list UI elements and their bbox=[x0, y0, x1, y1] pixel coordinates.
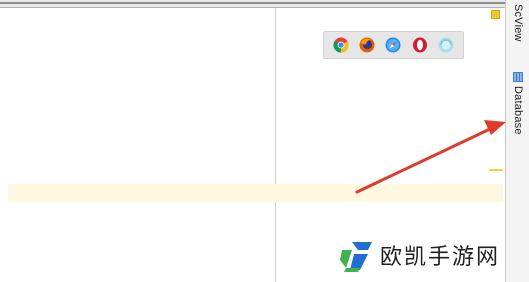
browser-preview-bar bbox=[323, 31, 464, 59]
tab-database[interactable]: Database bbox=[506, 72, 529, 135]
opera-icon[interactable] bbox=[412, 37, 428, 53]
tab-database-label: Database bbox=[512, 86, 524, 135]
tab-scview-label: ScView bbox=[512, 4, 524, 42]
firefox-icon[interactable] bbox=[359, 37, 375, 53]
watermark-logo-icon bbox=[340, 242, 372, 272]
tab-scview[interactable]: ScView bbox=[506, 4, 529, 42]
highlighted-line bbox=[8, 184, 503, 202]
editor-split-divider[interactable] bbox=[275, 8, 276, 282]
database-icon bbox=[513, 72, 523, 82]
toolbar-divider bbox=[0, 2, 505, 4]
side-panel: ScView Database bbox=[505, 0, 529, 282]
safari-icon[interactable] bbox=[385, 37, 401, 53]
watermark: 欧凯手游网 bbox=[338, 238, 500, 272]
browser-icon[interactable] bbox=[438, 37, 454, 53]
top-toolbar bbox=[0, 0, 505, 8]
watermark-text: 欧凯手游网 bbox=[380, 245, 501, 270]
chrome-icon[interactable] bbox=[333, 37, 349, 53]
line-marker bbox=[489, 169, 503, 171]
arrow-head bbox=[484, 120, 506, 135]
marker-icon bbox=[491, 10, 500, 19]
arrow-shaft bbox=[355, 127, 492, 194]
